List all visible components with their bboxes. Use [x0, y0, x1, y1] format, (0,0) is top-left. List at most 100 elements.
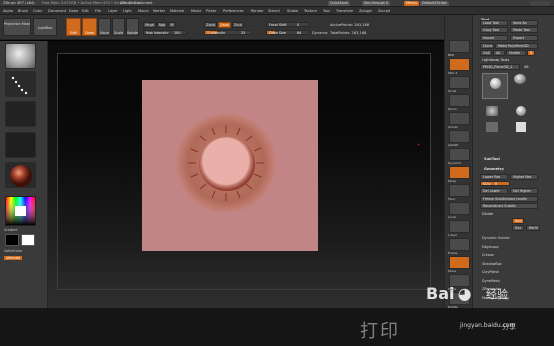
del-lower-button[interactable]: Del Lower	[480, 188, 508, 194]
shelf-button-frame[interactable]	[449, 238, 470, 251]
goz-button[interactable]: GoZ	[480, 50, 492, 56]
lightbox-tools-label[interactable]: Lightbox▸ Tools	[482, 58, 509, 62]
r-button[interactable]: R	[527, 50, 535, 56]
smt-button[interactable]: Smt	[512, 218, 524, 224]
rgb-button[interactable]: Rgb	[157, 22, 167, 28]
menu-item-zscript[interactable]: Zscript	[378, 9, 390, 13]
menu-item-alpha[interactable]: Alpha	[3, 9, 13, 13]
section-dynamic-subdiv[interactable]: Dynamic Subdiv	[482, 236, 510, 240]
section-dynamesh[interactable]: DynaMesh	[482, 279, 500, 283]
tool-thumb-simplebrush[interactable]	[486, 106, 498, 116]
color-picker[interactable]	[5, 196, 36, 226]
move-button[interactable]: Move	[98, 18, 111, 36]
all-button[interactable]: All	[493, 50, 505, 56]
shelf-button-l-sym[interactable]	[449, 220, 470, 233]
shelf-button-scroll[interactable]	[449, 76, 470, 89]
menu-item-light[interactable]: Light	[123, 9, 132, 13]
alpha-thumbnail[interactable]	[5, 101, 36, 127]
menu-item-zplugin[interactable]: Zplugin	[359, 9, 372, 13]
mrgb-button[interactable]: Mrgb	[143, 22, 156, 28]
secondary-color-swatch[interactable]	[21, 234, 35, 246]
section-claypolish[interactable]: ClayPolish	[482, 270, 499, 274]
menu-item-layer[interactable]: Layer	[108, 9, 118, 13]
shelf-button-spix-3[interactable]	[449, 58, 470, 71]
tool-thumb-sphere3d[interactable]	[516, 106, 526, 116]
divide-button[interactable]: Divide	[482, 212, 493, 216]
higher-res-button[interactable]: Higher Res	[510, 174, 538, 180]
stroke-thumbnail[interactable]	[5, 71, 36, 97]
brush-thumbnail[interactable]	[5, 43, 36, 69]
texture-thumbnail[interactable]	[5, 132, 36, 158]
edit-button[interactable]: Edit	[66, 18, 81, 36]
current-tool-field[interactable]: PM3D_Plane3D_1	[480, 64, 520, 70]
tool-thumb-main[interactable]	[482, 73, 508, 99]
draw-button[interactable]: Draw	[82, 18, 97, 36]
geometry-section[interactable]: Geometry	[484, 167, 504, 171]
menu-item-material[interactable]: Material	[170, 9, 184, 13]
reconstruct-subdiv-button[interactable]: Reconstruct Subdiv	[480, 203, 538, 209]
menu-item-draw[interactable]: Draw	[69, 9, 78, 13]
lower-res-button[interactable]: Lower Res	[480, 174, 508, 180]
section-crease[interactable]: Crease	[482, 253, 494, 257]
menu-item-picker[interactable]: Picker	[206, 9, 216, 13]
lightbox-button[interactable]: LightBox	[33, 18, 57, 36]
menu-item-macro[interactable]: Macro	[138, 9, 149, 13]
menu-item-render[interactable]: Render	[251, 9, 263, 13]
tool-thumb-sphere[interactable]	[514, 74, 526, 84]
menu-item-movie[interactable]: Movie	[191, 9, 201, 13]
menu-item-stencil[interactable]: Stencil	[268, 9, 280, 13]
rotate-button[interactable]: Rotate	[126, 18, 139, 36]
menu-item-texture[interactable]: Texture	[304, 9, 317, 13]
shelf-button-floor[interactable]	[449, 184, 470, 197]
projection-master-button[interactable]: Projection Master	[3, 18, 31, 36]
shelf-button-dynamic[interactable]	[449, 148, 470, 161]
zadd-button[interactable]: Zadd	[204, 22, 217, 28]
menu-item-file[interactable]: File	[95, 9, 101, 13]
menu-item-preferences[interactable]: Preferences	[223, 9, 244, 13]
del-higher-button[interactable]: Del Higher	[510, 188, 538, 194]
menu-item-marker[interactable]: Marker	[153, 9, 165, 13]
freeze-subdivision-button[interactable]: Freeze SubDivision Levels	[480, 196, 538, 202]
copy-tool-button[interactable]: Copy Tool	[480, 27, 508, 33]
suv-button[interactable]: Suv	[512, 225, 524, 231]
zsub-button[interactable]: Zsub	[218, 22, 231, 28]
z-intensity-slider[interactable]: Z Intensity 25	[204, 30, 252, 35]
shelf-button-persp[interactable]	[449, 166, 470, 179]
menu-item-stroke[interactable]: Stroke	[287, 9, 298, 13]
clone-button[interactable]: Clone	[480, 43, 494, 49]
zcut-button[interactable]: Zcut	[232, 22, 244, 28]
shelf-button-actual[interactable]	[449, 112, 470, 125]
shelf-button-move[interactable]	[449, 256, 470, 269]
quicksave-button[interactable]: QuickSave	[328, 1, 350, 6]
main-color-swatch[interactable]	[5, 234, 19, 246]
subtool-section[interactable]: SubTool	[484, 157, 500, 161]
shelf-button-zoom[interactable]	[449, 94, 470, 107]
rgb-intensity-slider[interactable]: Rgb Intensity 100	[143, 30, 187, 35]
save-as-button[interactable]: Save As	[510, 20, 538, 26]
menu-item-color[interactable]: Color	[33, 9, 42, 13]
switch-color-button[interactable]: SwitchColor	[4, 249, 22, 253]
see-through-slider[interactable]: See-through 0	[362, 1, 391, 6]
focal-shift-slider[interactable]: Focal Shift 0	[266, 22, 310, 27]
paste-tool-button[interactable]: Paste Tool	[510, 27, 538, 33]
alternate-button[interactable]: Alternate	[4, 256, 23, 260]
dynamic-toggle[interactable]: Dynamic	[312, 31, 328, 35]
scale-button[interactable]: Scale	[112, 18, 125, 36]
menu-item-edit[interactable]: Edit	[82, 9, 89, 13]
shelf-button-aahalf[interactable]	[449, 130, 470, 143]
shelf-button-local[interactable]	[449, 202, 470, 215]
tool-thumb-plane3d[interactable]	[516, 122, 526, 132]
section-edgeloop[interactable]: EdgeLoop	[482, 245, 499, 249]
tool-thumb-polymesh[interactable]	[486, 122, 498, 132]
draw-size-slider[interactable]: Draw Size 64	[266, 30, 310, 35]
menu-item-transform[interactable]: Transform	[336, 9, 353, 13]
material-thumbnail[interactable]	[5, 162, 36, 188]
import-button[interactable]: Import	[480, 35, 508, 41]
menu-item-brush[interactable]: Brush	[18, 9, 28, 13]
sdiv-slider[interactable]: SDiv 6	[480, 181, 510, 186]
shelf-button-bpr[interactable]	[449, 40, 470, 53]
m-button[interactable]: M	[168, 22, 176, 28]
window-controls[interactable]	[530, 1, 550, 6]
export-button[interactable]: Export	[510, 35, 538, 41]
load-tool-button[interactable]: Load Tool	[480, 20, 508, 26]
